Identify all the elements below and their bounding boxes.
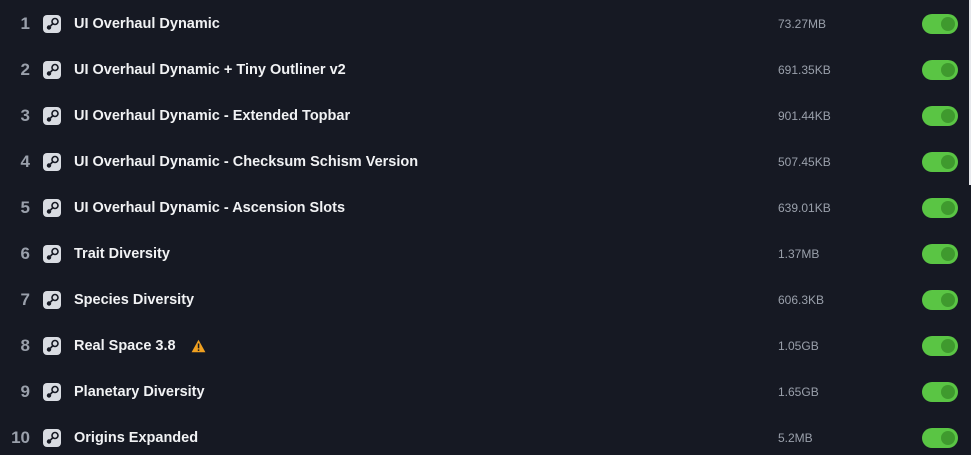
steam-icon: [43, 245, 61, 263]
mod-index: 6: [20, 244, 30, 263]
mod-name: UI Overhaul Dynamic - Extended Topbar: [74, 108, 351, 124]
mod-size: 901.44KB: [778, 109, 831, 123]
toggle-knob: [941, 155, 955, 169]
mod-size: 691.35KB: [778, 63, 831, 77]
mod-name: Trait Diversity: [74, 246, 170, 262]
mod-row[interactable]: 5 UI Overhaul Dynamic - Ascension Slots …: [0, 185, 968, 231]
mod-name: UI Overhaul Dynamic - Checksum Schism Ve…: [74, 154, 419, 170]
toggle-knob: [941, 63, 955, 77]
mod-enabled-toggle[interactable]: [922, 106, 958, 126]
mod-name: Planetary Diversity: [74, 384, 205, 400]
mod-name: Real Space 3.8: [74, 338, 206, 354]
mod-name: UI Overhaul Dynamic + Tiny Outliner v2: [74, 62, 346, 78]
mod-size: 73.27MB: [778, 17, 827, 31]
toggle-knob: [941, 339, 955, 353]
mod-index: 2: [20, 60, 30, 79]
mod-size: 1.65GB: [778, 385, 819, 399]
steam-icon: [43, 61, 61, 79]
mod-enabled-toggle[interactable]: [922, 60, 958, 80]
mod-size: 606.3KB: [778, 293, 825, 307]
steam-icon: [43, 337, 61, 355]
steam-icon: [43, 199, 61, 217]
mod-size: 1.37MB: [778, 247, 820, 261]
mod-row[interactable]: 7 Species Diversity 606.3KB: [0, 277, 968, 323]
mod-size: 639.01KB: [778, 201, 831, 215]
toggle-knob: [941, 247, 955, 261]
mod-index: 9: [20, 382, 30, 401]
mod-row[interactable]: 6 Trait Diversity 1.37MB: [0, 231, 968, 277]
steam-icon: [43, 107, 61, 125]
mod-name: UI Overhaul Dynamic - Ascension Slots: [74, 200, 346, 216]
mod-row[interactable]: 8 Real Space 3.8 1.05GB: [0, 323, 968, 369]
mod-size: 1.05GB: [778, 339, 819, 353]
mod-index: 10: [11, 428, 30, 447]
mod-enabled-toggle[interactable]: [922, 152, 958, 172]
mod-row[interactable]: 2 UI Overhaul Dynamic + Tiny Outliner v2…: [0, 47, 968, 93]
mod-row[interactable]: 9 Planetary Diversity 1.65GB: [0, 369, 968, 415]
mod-row[interactable]: 1 UI Overhaul Dynamic 73.27MB: [0, 1, 968, 47]
mod-index: 4: [20, 152, 30, 171]
toggle-knob: [941, 109, 955, 123]
mod-index: 5: [20, 198, 30, 217]
steam-icon: [43, 153, 61, 171]
steam-icon: [43, 429, 61, 447]
steam-icon: [43, 383, 61, 401]
mod-index: 8: [20, 336, 30, 355]
mod-size: 507.45KB: [778, 155, 831, 169]
mod-index: 3: [20, 106, 30, 125]
steam-icon: [43, 15, 61, 33]
mod-index: 1: [20, 14, 30, 33]
mod-enabled-toggle[interactable]: [922, 244, 958, 264]
mod-row[interactable]: 4 UI Overhaul Dynamic - Checksum Schism …: [0, 139, 968, 185]
toggle-knob: [941, 385, 955, 399]
mod-list: 1 UI Overhaul Dynamic 73.27MB 2 UI Overh…: [0, 0, 971, 455]
mod-row[interactable]: 3 UI Overhaul Dynamic - Extended Topbar …: [0, 93, 968, 139]
mod-enabled-toggle[interactable]: [922, 290, 958, 310]
toggle-knob: [941, 17, 955, 31]
toggle-knob: [941, 431, 955, 445]
steam-icon: [43, 291, 61, 309]
mod-enabled-toggle[interactable]: [922, 198, 958, 218]
mod-enabled-toggle[interactable]: [922, 336, 958, 356]
mod-enabled-toggle[interactable]: [922, 428, 958, 448]
mod-enabled-toggle[interactable]: [922, 382, 958, 402]
toggle-knob: [941, 201, 955, 215]
mod-name: Origins Expanded: [74, 430, 199, 446]
mod-size: 5.2MB: [778, 431, 813, 445]
toggle-knob: [941, 293, 955, 307]
mod-name: Species Diversity: [74, 292, 195, 308]
warning-icon[interactable]: [191, 339, 206, 353]
mod-enabled-toggle[interactable]: [922, 14, 958, 34]
mod-name: UI Overhaul Dynamic: [74, 16, 220, 32]
mod-row[interactable]: 10 Origins Expanded 5.2MB: [0, 415, 968, 455]
mod-index: 7: [20, 290, 30, 309]
